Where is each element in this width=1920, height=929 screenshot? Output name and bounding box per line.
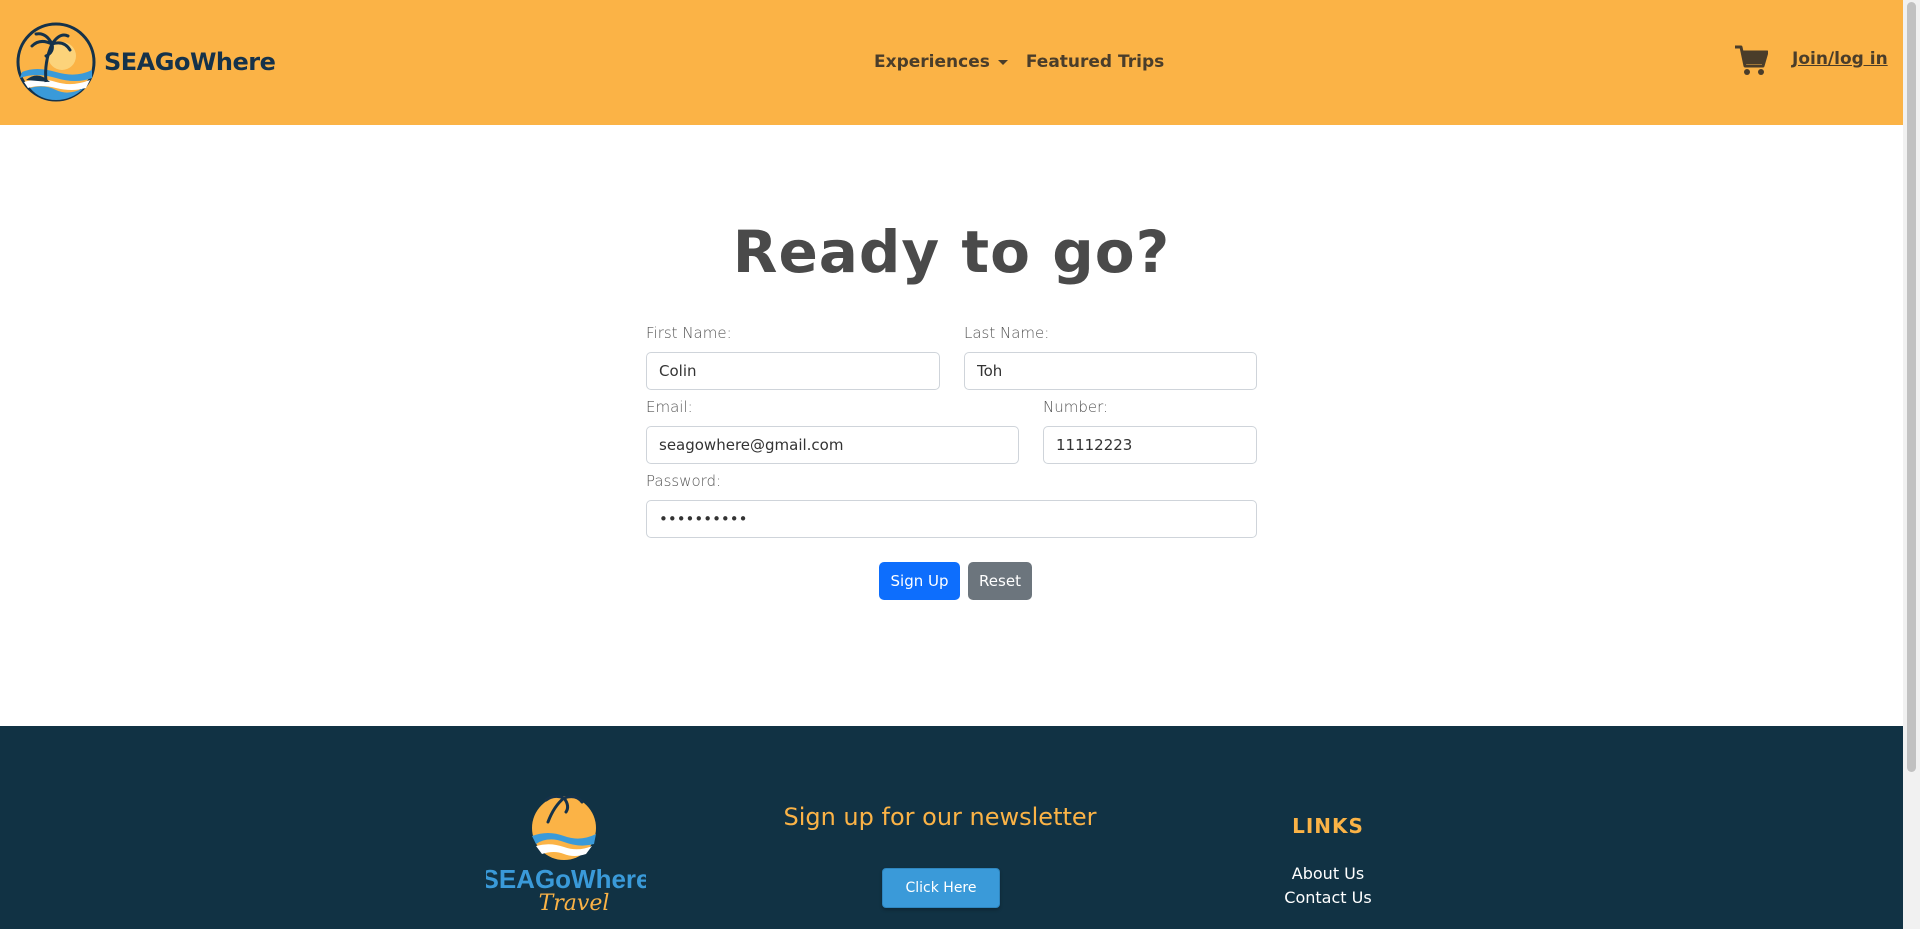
links-title: LINKS (1292, 814, 1364, 838)
email-field[interactable] (646, 426, 1019, 464)
footer-link-contact-us[interactable]: Contact Us (1228, 888, 1428, 907)
nav-links: Experiences Featured Trips (874, 52, 1182, 72)
cart-icon[interactable] (1734, 44, 1768, 76)
chevron-down-icon (997, 59, 1008, 65)
sign-up-button[interactable]: Sign Up (879, 562, 960, 600)
last-name-field[interactable] (964, 352, 1257, 390)
number-field[interactable] (1043, 426, 1257, 464)
nav-featured-trips[interactable]: Featured Trips (1026, 52, 1164, 72)
page: SEAGoWhere Experiences Featured Trips Jo… (0, 0, 1903, 929)
last-name-label: Last Name: (964, 324, 1050, 342)
newsletter-title: Sign up for our newsletter (783, 803, 1097, 831)
first-name-label: First Name: (646, 324, 732, 342)
page-title: Ready to go? (732, 218, 1171, 286)
login-link[interactable]: Join/log in (1792, 49, 1888, 69)
number-label: Number: (1043, 398, 1109, 416)
password-field[interactable] (646, 500, 1257, 538)
brand[interactable]: SEAGoWhere (16, 22, 276, 102)
newsletter-button[interactable]: Click Here (882, 868, 1000, 908)
footer: SEAGoWhere Travel Sign up for our newsle… (0, 726, 1903, 929)
navbar: SEAGoWhere Experiences Featured Trips Jo… (0, 0, 1903, 125)
first-name-field[interactable] (646, 352, 940, 390)
footer-logo-text: SEAGoWhere (486, 864, 646, 894)
nav-featured-trips-label: Featured Trips (1025, 52, 1165, 72)
footer-link-about-us[interactable]: About Us (1228, 864, 1428, 883)
scrollbar[interactable] (1903, 0, 1920, 929)
footer-logo-subtext: Travel (539, 891, 610, 912)
password-label: Password: (646, 472, 722, 490)
reset-button[interactable]: Reset (968, 562, 1032, 600)
brand-logo-icon (16, 22, 96, 102)
scrollbar-thumb[interactable] (1907, 2, 1916, 772)
nav-experiences-dropdown[interactable]: Experiences (874, 52, 1008, 72)
footer-logo: SEAGoWhere Travel (486, 794, 646, 912)
email-label: Email: (646, 398, 693, 416)
brand-name: SEAGoWhere (104, 48, 276, 76)
nav-experiences-label: Experiences (874, 52, 990, 72)
